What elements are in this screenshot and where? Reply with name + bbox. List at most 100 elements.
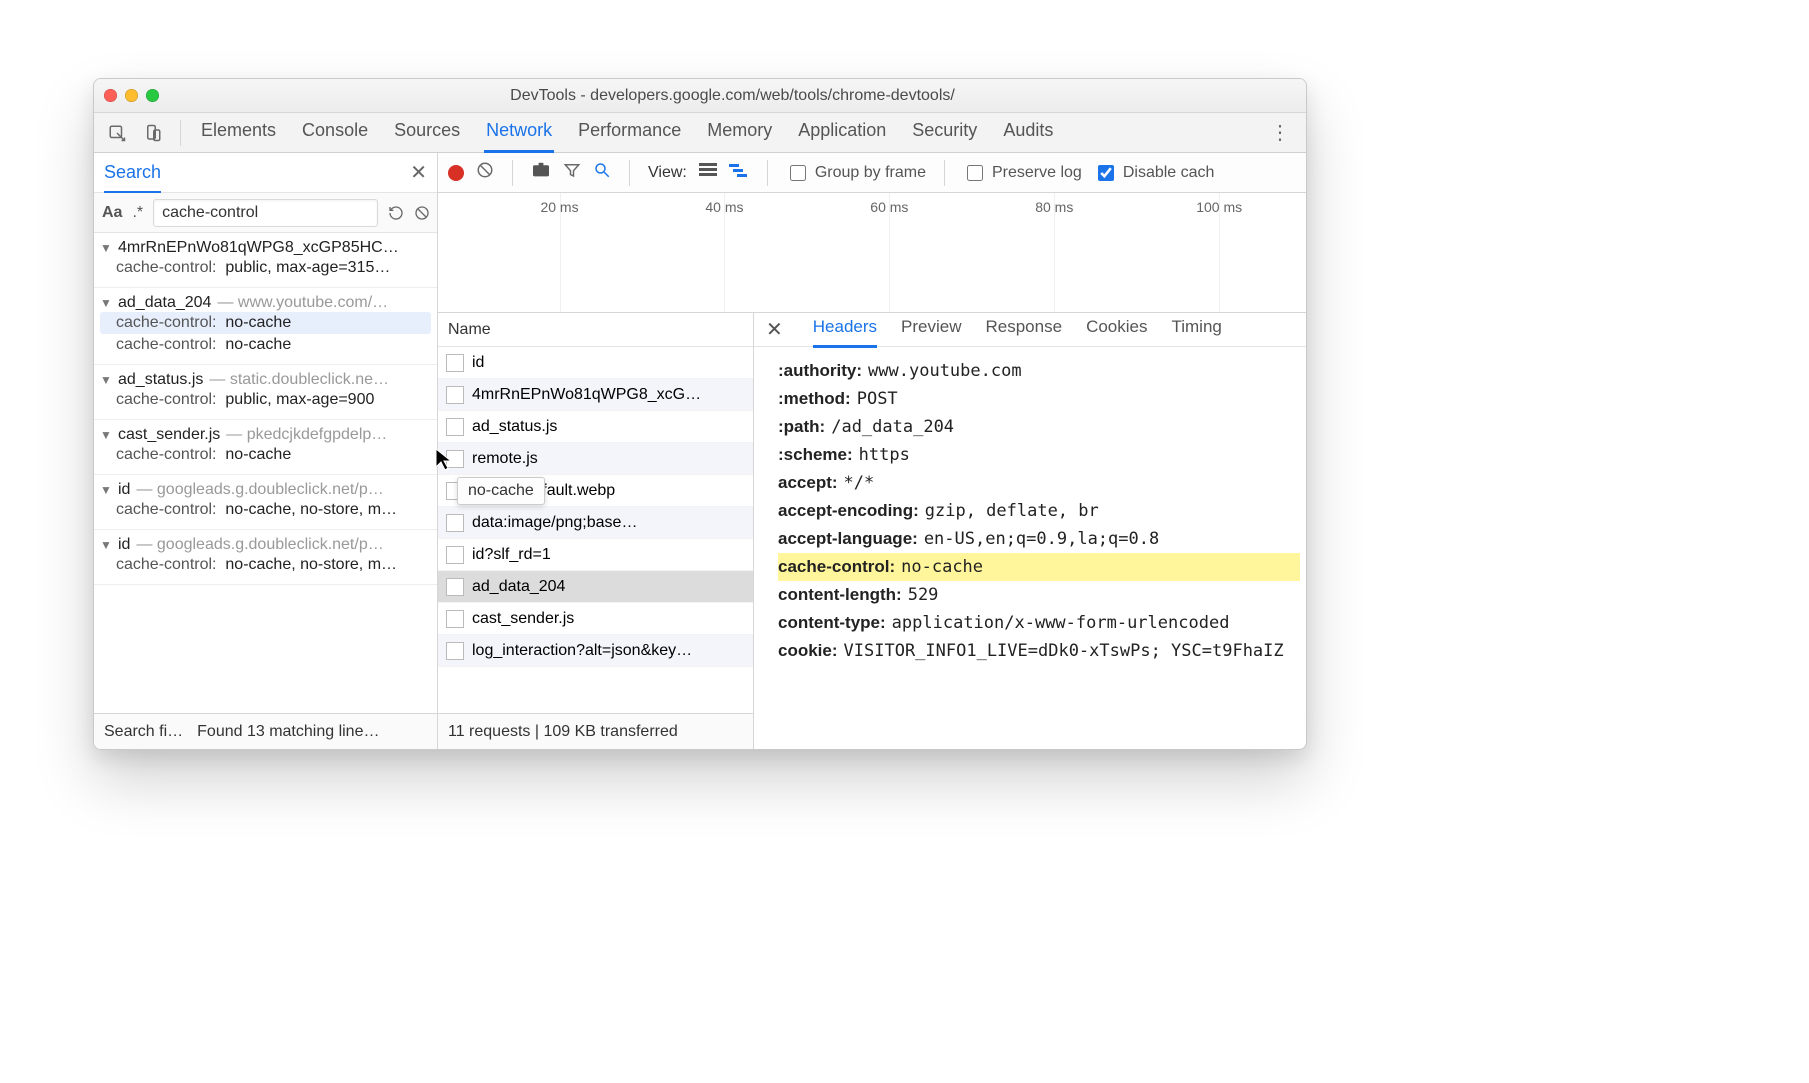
file-type-icon [446, 386, 464, 404]
group-by-frame-checkbox[interactable]: Group by frame [786, 162, 926, 184]
request-details: ✕ Headers Preview Response Cookies Timing :a… [754, 313, 1306, 749]
request-name: ad_data_204 [472, 578, 565, 596]
header-row[interactable]: accept-language:en-US,en;q=0.9,la;q=0.8 [778, 525, 1300, 553]
devtools-window: DevTools - developers.google.com/web/too… [93, 78, 1307, 750]
tab-network[interactable]: Network [484, 114, 554, 153]
request-name: cast_sender.js [472, 610, 574, 628]
search-result-line[interactable]: cache-control: public, max-age=315… [100, 257, 431, 279]
timeline-tick: 100 ms [1196, 199, 1242, 215]
header-row[interactable]: accept-encoding:gzip, deflate, br [778, 497, 1300, 525]
header-row[interactable]: accept:*/* [778, 469, 1300, 497]
request-row[interactable]: id [438, 347, 753, 379]
tab-console[interactable]: Console [300, 114, 370, 151]
tab-performance[interactable]: Performance [576, 114, 683, 151]
inspect-element-icon[interactable] [102, 118, 132, 148]
search-result-group[interactable]: ▼ad_data_204 — www.youtube.com/…cache-co… [94, 288, 437, 365]
search-header: Search ✕ [94, 153, 437, 193]
minimize-window-button[interactable] [125, 89, 138, 102]
view-label: View: [648, 164, 687, 182]
screenshots-icon[interactable] [531, 162, 551, 183]
device-toolbar-icon[interactable] [138, 118, 168, 148]
clear-log-icon[interactable] [476, 161, 494, 184]
request-name: log_interaction?alt=json&key… [472, 642, 692, 660]
search-tab[interactable]: Search [104, 162, 161, 194]
search-status-bar: Search fi… Found 13 matching line… [94, 713, 437, 749]
header-row[interactable]: :path:/ad_data_204 [778, 413, 1300, 441]
search-drawer: Search ✕ Aa .* ▼4mrRnEPnWo81qWPG8_xcGP85… [94, 153, 438, 749]
tab-security[interactable]: Security [910, 114, 979, 151]
header-row[interactable]: :authority:www.youtube.com [778, 357, 1300, 385]
request-row[interactable]: remote.js [438, 443, 753, 475]
tab-application[interactable]: Application [796, 114, 888, 151]
view-waterfall-icon[interactable] [729, 163, 749, 182]
search-result-line[interactable]: cache-control: no-cache [100, 334, 431, 356]
details-tab-preview[interactable]: Preview [901, 314, 961, 345]
close-details-icon[interactable]: ✕ [766, 317, 783, 342]
search-result-line[interactable]: cache-control: no-cache, no-store, m… [100, 554, 431, 576]
file-type-icon [446, 418, 464, 436]
tab-sources[interactable]: Sources [392, 114, 462, 151]
separator [512, 160, 513, 186]
search-icon[interactable] [593, 161, 611, 184]
zoom-window-button[interactable] [146, 89, 159, 102]
details-tab-cookies[interactable]: Cookies [1086, 314, 1147, 345]
separator [944, 160, 945, 186]
headers-pane[interactable]: :authority:www.youtube.com:method:POST:p… [754, 347, 1306, 749]
header-row[interactable]: content-type:application/x-www-form-urle… [778, 609, 1300, 637]
details-tab-headers[interactable]: Headers [813, 314, 877, 348]
request-row[interactable]: log_interaction?alt=json&key… [438, 635, 753, 667]
search-result-line[interactable]: cache-control: no-cache [100, 312, 431, 334]
search-status-right: Found 13 matching line… [197, 723, 427, 741]
header-row[interactable]: :scheme:https [778, 441, 1300, 469]
tab-memory[interactable]: Memory [705, 114, 774, 151]
search-result-group[interactable]: ▼id — googleads.g.doubleclick.net/p…cach… [94, 530, 437, 585]
timeline-overview[interactable]: 20 ms40 ms60 ms80 ms100 ms [438, 193, 1306, 313]
close-icon[interactable]: ✕ [410, 160, 427, 185]
request-row[interactable]: ad_status.js [438, 411, 753, 443]
request-row[interactable]: 4mrRnEPnWo81qWPG8_xcG… [438, 379, 753, 411]
search-result-group[interactable]: ▼id — googleads.g.doubleclick.net/p…cach… [94, 475, 437, 530]
request-list-body[interactable]: id4mrRnEPnWo81qWPG8_xcG…ad_status.jsremo… [438, 347, 753, 713]
request-row[interactable]: id?slf_rd=1 [438, 539, 753, 571]
search-result-group[interactable]: ▼4mrRnEPnWo81qWPG8_xcGP85HC… cache-contr… [94, 233, 437, 288]
regex-toggle[interactable]: .* [132, 204, 143, 222]
request-list: Name id4mrRnEPnWo81qWPG8_xcG…ad_status.j… [438, 313, 754, 749]
file-type-icon [446, 610, 464, 628]
match-case-toggle[interactable]: Aa [102, 204, 122, 222]
search-input[interactable] [153, 199, 378, 227]
request-row[interactable]: ad_data_204 [438, 571, 753, 603]
clear-icon[interactable] [414, 201, 430, 225]
separator [629, 160, 630, 186]
header-row[interactable]: content-length:529 [778, 581, 1300, 609]
request-name: remote.js [472, 450, 538, 468]
search-result-line[interactable]: cache-control: public, max-age=900 [100, 389, 431, 411]
details-tab-timing[interactable]: Timing [1171, 314, 1221, 345]
details-tabs: ✕ Headers Preview Response Cookies Timing [754, 313, 1306, 347]
record-button[interactable] [448, 165, 464, 181]
disable-cache-checkbox[interactable]: Disable cach [1094, 162, 1215, 184]
close-window-button[interactable] [104, 89, 117, 102]
request-row[interactable]: cast_sender.js [438, 603, 753, 635]
header-row[interactable]: cache-control:no-cache [778, 553, 1300, 581]
panel-tabs-row: Elements Console Sources Network Performance… [94, 113, 1306, 153]
request-list-header[interactable]: Name [438, 313, 753, 347]
titlebar: DevTools - developers.google.com/web/too… [94, 79, 1306, 113]
preserve-log-checkbox[interactable]: Preserve log [963, 162, 1082, 184]
more-options-icon[interactable]: ⋮ [1262, 120, 1298, 145]
tab-audits[interactable]: Audits [1001, 114, 1055, 151]
timeline-tick: 80 ms [1035, 199, 1073, 215]
search-result-line[interactable]: cache-control: no-cache, no-store, m… [100, 499, 431, 521]
filter-icon[interactable] [563, 161, 581, 184]
request-row[interactable]: data:image/png;base… [438, 507, 753, 539]
search-result-group[interactable]: ▼ad_status.js — static.doubleclick.ne…ca… [94, 365, 437, 420]
search-results[interactable]: ▼4mrRnEPnWo81qWPG8_xcGP85HC… cache-contr… [94, 233, 437, 713]
refresh-icon[interactable] [388, 201, 404, 225]
header-row[interactable]: cookie:VISITOR_INFO1_LIVE=dDk0-xTswPs; Y… [778, 637, 1300, 665]
search-result-line[interactable]: cache-control: no-cache [100, 444, 431, 466]
search-result-group[interactable]: ▼cast_sender.js — pkedcjkdefgpdelp…cache… [94, 420, 437, 475]
tooltip: no-cache [457, 477, 545, 505]
tab-elements[interactable]: Elements [199, 114, 278, 151]
header-row[interactable]: :method:POST [778, 385, 1300, 413]
view-large-rows-icon[interactable] [699, 163, 717, 182]
details-tab-response[interactable]: Response [986, 314, 1063, 345]
